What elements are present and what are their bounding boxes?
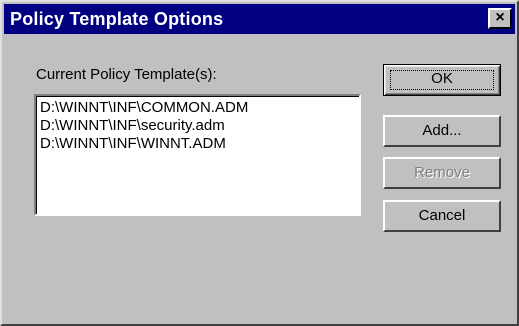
close-button[interactable]: ×: [488, 8, 512, 29]
list-item[interactable]: D:\WINNT\INF\COMMON.ADM: [40, 99, 248, 116]
add-button[interactable]: Add...: [383, 115, 501, 147]
add-button-label: Add...: [422, 122, 462, 139]
cancel-button[interactable]: Cancel: [383, 200, 501, 232]
current-templates-label: Current Policy Template(s):: [36, 66, 217, 83]
ok-button[interactable]: OK: [383, 64, 501, 96]
ok-button-label: OK: [431, 70, 453, 87]
remove-button-label: Remove: [414, 164, 470, 181]
remove-button: Remove: [383, 157, 501, 189]
policy-template-options-dialog: Policy Template Options × Current Policy…: [0, 0, 519, 326]
close-icon: ×: [495, 9, 505, 26]
list-item[interactable]: D:\WINNT\INF\security.adm: [40, 117, 225, 134]
list-item[interactable]: D:\WINNT\INF\WINNT.ADM: [40, 135, 226, 152]
title-bar[interactable]: Policy Template Options ×: [4, 4, 515, 34]
template-listbox[interactable]: D:\WINNT\INF\COMMON.ADM D:\WINNT\INF\sec…: [34, 94, 361, 216]
cancel-button-label: Cancel: [418, 207, 466, 224]
dialog-title: Policy Template Options: [10, 9, 224, 29]
